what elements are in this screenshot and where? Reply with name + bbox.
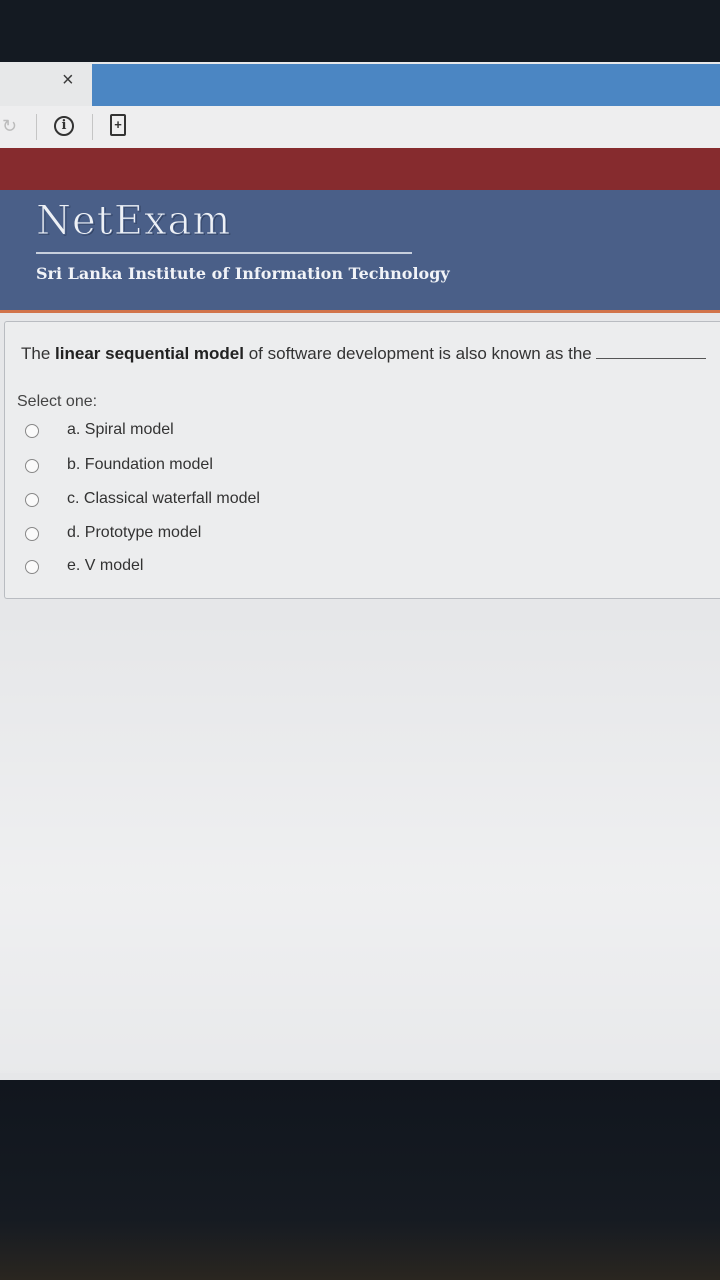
- radio-button[interactable]: [25, 560, 39, 574]
- page-add-icon[interactable]: +: [110, 114, 126, 136]
- option-label[interactable]: c. Classical waterfall model: [67, 490, 260, 508]
- toolbar-divider: [36, 114, 37, 140]
- reload-icon[interactable]: ↻: [2, 116, 22, 136]
- question-suffix: of software development is also known as…: [243, 344, 592, 363]
- option-label[interactable]: a. Spiral model: [67, 421, 174, 439]
- screen-glare: [0, 613, 720, 1073]
- monitor-bezel: [0, 1080, 720, 1280]
- browser-screen: × ↻ i + NetExam Sri Lanka Institute of I…: [0, 62, 720, 1080]
- select-prompt: Select one:: [17, 393, 98, 410]
- question-emphasis: linear sequential model: [55, 344, 244, 363]
- tab-bar: ×: [0, 62, 720, 108]
- option-a[interactable]: a. Spiral model: [25, 421, 625, 447]
- active-tab[interactable]: [92, 64, 720, 108]
- radio-button[interactable]: [25, 493, 39, 507]
- toolbar-divider: [92, 114, 93, 140]
- option-e[interactable]: e. V model: [25, 557, 625, 583]
- question-prefix: The: [21, 344, 56, 363]
- answer-blank: [595, 358, 706, 359]
- logo-divider: [36, 252, 412, 254]
- main-content: The linear sequential model of software …: [0, 313, 720, 1080]
- option-c[interactable]: c. Classical waterfall model: [25, 490, 625, 516]
- site-header: NetExam Sri Lanka Institute of Informati…: [0, 190, 720, 312]
- site-top-band: [0, 148, 720, 192]
- option-b[interactable]: b. Foundation model: [25, 456, 625, 482]
- option-label[interactable]: b. Foundation model: [67, 456, 213, 474]
- netexam-logo[interactable]: NetExam: [35, 198, 231, 245]
- question-box: The linear sequential model of software …: [4, 321, 720, 599]
- option-label[interactable]: d. Prototype model: [67, 524, 201, 542]
- radio-button[interactable]: [25, 459, 39, 473]
- browser-toolbar: ↻ i +: [0, 106, 720, 150]
- option-label[interactable]: e. V model: [67, 557, 143, 575]
- close-tab-icon[interactable]: ×: [62, 68, 80, 92]
- radio-button[interactable]: [25, 424, 39, 438]
- radio-button[interactable]: [25, 527, 39, 541]
- info-icon[interactable]: i: [54, 116, 74, 136]
- institute-name: Sri Lanka Institute of Information Techn…: [36, 264, 450, 283]
- question-text: The linear sequential model of software …: [21, 344, 706, 364]
- option-d[interactable]: d. Prototype model: [25, 524, 625, 550]
